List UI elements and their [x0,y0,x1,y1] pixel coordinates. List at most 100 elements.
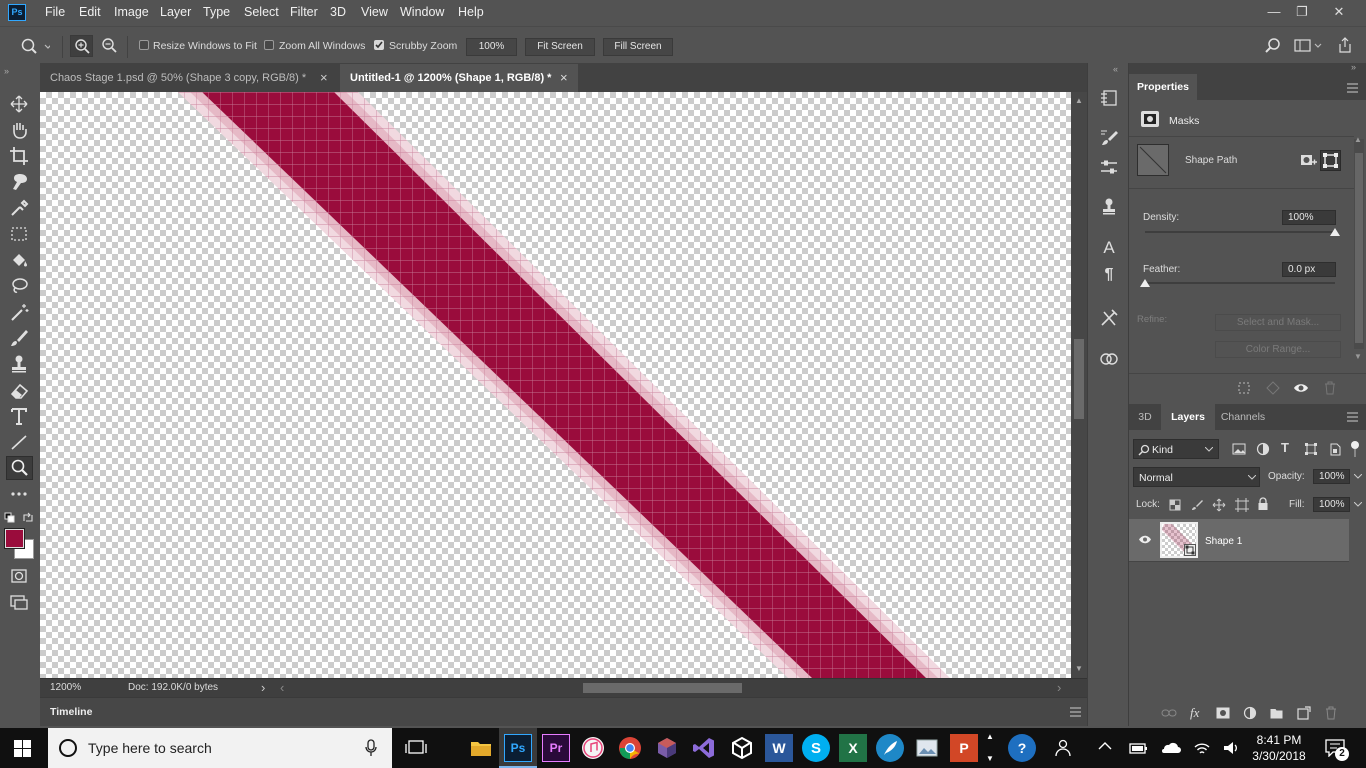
spot-healing-tool-icon[interactable] [8,171,32,193]
paint-bucket-tool-icon[interactable] [8,249,32,271]
zoom-in-icon[interactable] [70,35,93,57]
swap-colors-icon[interactable] [22,512,34,524]
unity-icon[interactable] [728,734,756,762]
itunes-icon[interactable] [579,734,607,762]
layer-name[interactable]: Shape 1 [1205,536,1242,547]
feather-slider-thumb[interactable] [1140,279,1150,288]
close-button[interactable]: ✕ [1328,2,1350,22]
menu-type[interactable]: Type [203,5,230,19]
menu-view[interactable]: View [361,5,388,19]
word-icon[interactable]: W [765,734,793,762]
properties-menu-icon[interactable] [1347,83,1359,93]
photoshop-taskbar-icon[interactable]: Ps [504,734,532,762]
density-field[interactable]: 100% [1282,210,1336,225]
add-layer-mask-icon[interactable] [1216,707,1230,719]
opacity-field[interactable]: 100% [1313,469,1350,484]
more-tools-icon[interactable] [8,483,32,505]
document-canvas[interactable] [40,92,1071,678]
clock-date[interactable]: 3/30/2018 [1252,749,1306,763]
chrome-icon[interactable] [616,734,644,762]
filter-shape-icon[interactable] [1304,442,1318,456]
fill-dropdown-icon[interactable] [1354,502,1362,508]
menu-layer[interactable]: Layer [160,5,191,19]
tab-layers[interactable]: Layers [1161,404,1215,430]
menu-window[interactable]: Window [400,5,444,19]
eyedropper-tool-icon[interactable] [8,197,32,219]
lock-position-icon[interactable] [1212,498,1226,512]
add-pixel-mask-icon[interactable] [1299,151,1317,169]
brush-settings-icon[interactable] [1098,127,1120,149]
line-tool-icon[interactable] [8,431,32,453]
delete-layer-icon[interactable] [1325,706,1337,720]
help-icon[interactable]: ? [1008,734,1036,762]
scrollbar-thumb[interactable] [1074,339,1084,419]
density-slider[interactable] [1145,231,1335,233]
properties-scroll-thumb[interactable] [1355,153,1363,343]
screen-mode-icon[interactable] [8,591,32,613]
move-tool-icon[interactable] [8,93,32,115]
fit-screen-button[interactable]: Fit Screen [525,38,595,56]
new-group-icon[interactable] [1270,707,1284,719]
expand-dock-icon[interactable]: « [1113,64,1118,74]
scroll-down-icon[interactable]: ▼ [1075,664,1083,673]
brush-tool-icon[interactable] [8,327,32,349]
type-tool-icon[interactable] [8,405,32,427]
taskbar-scroll-icon[interactable]: ▲ ▼ [986,731,994,764]
tab-untitled-1[interactable]: Untitled-1 @ 1200% (Shape 1, RGB/8) * × [340,64,578,92]
menu-edit[interactable]: Edit [79,5,101,19]
volume-icon[interactable] [1222,740,1240,756]
minimize-button[interactable]: — [1263,2,1285,22]
filter-adjustment-icon[interactable] [1256,442,1270,456]
menu-file[interactable]: File [45,5,65,19]
hscroll-right-arrow[interactable]: › [1057,680,1061,695]
zoom-readout[interactable]: 1200% [50,682,81,693]
filter-smart-object-icon[interactable] [1328,442,1342,456]
quick-mask-icon[interactable] [8,565,32,587]
search-icon[interactable] [1265,38,1281,54]
feather-field[interactable]: 0.0 px [1282,262,1336,277]
menu-3d[interactable]: 3D [330,5,346,19]
zoom-percent-field[interactable]: 100% [466,38,517,56]
show-hidden-icons[interactable] [1098,741,1112,751]
link-layers-icon[interactable] [1161,708,1177,718]
share-icon[interactable] [1337,36,1353,54]
scroll-up-icon[interactable]: ▲ [1075,96,1083,105]
tab-properties[interactable]: Properties [1129,74,1197,100]
scrubby-zoom-checkbox[interactable] [374,40,384,50]
zoom-out-icon[interactable] [98,35,120,57]
eraser-tool-icon[interactable] [8,379,32,401]
menu-select[interactable]: Select [244,5,279,19]
adjustments-icon[interactable] [1098,156,1120,178]
crop-tool-icon[interactable] [8,145,32,167]
feather-app-icon[interactable] [876,734,904,762]
hscroll-left-arrow[interactable]: ‹ [280,680,284,695]
wifi-icon[interactable] [1193,740,1211,756]
foreground-color-swatch[interactable] [4,528,25,549]
tab-close-icon[interactable]: × [320,64,328,92]
windows-start-icon[interactable] [14,740,32,758]
apply-mask-icon[interactable] [1266,381,1280,395]
magic-wand-tool-icon[interactable] [8,301,32,323]
visual-studio-icon[interactable] [690,734,718,762]
workspace-icon[interactable] [1294,39,1324,53]
tab-chaos-stage[interactable]: Chaos Stage 1.psd @ 50% (Shape 3 copy, R… [40,64,340,92]
battery-icon[interactable] [1128,740,1148,756]
vertical-scrollbar[interactable]: ▲ ▼ [1071,92,1087,678]
adjustment-layer-icon[interactable] [1243,706,1257,720]
resize-windows-checkbox[interactable] [139,40,149,50]
menu-image[interactable]: Image [114,5,149,19]
zoom-tool-preset-icon[interactable] [20,37,50,55]
properties-scroll-down-icon[interactable]: ▼ [1354,352,1362,361]
blend-mode-select[interactable]: Normal [1133,467,1260,487]
layer-visibility-eye-icon[interactable] [1138,534,1152,545]
clock-time[interactable]: 8:41 PM [1256,733,1302,747]
collapse-toolbar-icon[interactable]: » [4,66,9,76]
excel-icon[interactable]: X [839,734,867,762]
fill-field[interactable]: 100% [1313,497,1350,512]
powerpoint-icon[interactable]: P [950,734,978,762]
zoom-tool-icon[interactable] [6,456,33,480]
clone-source-icon[interactable] [1098,196,1120,218]
tool-presets-icon[interactable] [1098,307,1120,329]
timeline-label[interactable]: Timeline [50,706,92,718]
skype-icon[interactable]: S [802,734,830,762]
